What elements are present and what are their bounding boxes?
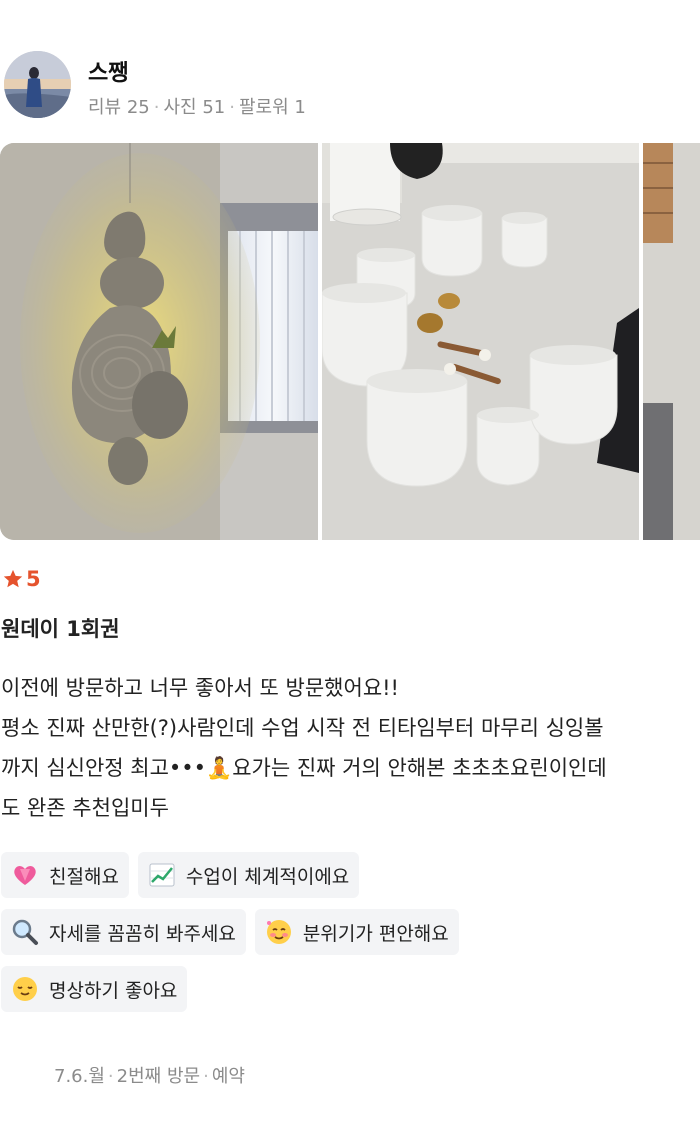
user-name[interactable]: 스쨍	[88, 55, 128, 87]
review-line: 도 완존 추천입미두	[1, 796, 169, 820]
keyword-label: 수업이 체계적이에요	[185, 865, 350, 888]
star-icon	[2, 568, 24, 590]
keyword-label: 친절해요	[49, 865, 119, 888]
keyword-label: 명상하기 좋아요	[49, 979, 178, 1002]
review-line: 평소 진짜 산만한(?)사람인데 수업 시작 전 티타임부터 마무리 싱잉볼	[1, 716, 604, 740]
visit-info: 7.6.월 · 2번째 방문 · 예약	[54, 1066, 245, 1087]
photo-count: 사진 51	[163, 97, 226, 118]
review-photo-wall-art[interactable]	[0, 143, 318, 540]
keyword-chip-meditation[interactable]: 명상하기 좋아요	[1, 966, 188, 1012]
relieved-face-icon	[11, 975, 39, 1003]
keyword-label: 분위기가 편안해요	[302, 922, 449, 945]
keyword-chip-posture[interactable]: 자세를 꼼꼼히 봐주세요	[1, 909, 246, 955]
keyword-label: 자세를 꼼꼼히 봐주세요	[49, 922, 236, 945]
review-title: 원데이 1회권	[1, 617, 120, 641]
review-line: 이전에 방문하고 너무 좋아서 또 방문했어요!!	[1, 676, 399, 700]
keyword-chip-kind[interactable]: 친절해요	[1, 852, 129, 898]
visit-type: 예약	[211, 1066, 245, 1087]
photo-strip[interactable]	[0, 143, 700, 540]
review-photo-singing-bowls[interactable]	[322, 143, 639, 540]
follower-count: 팔로워 1	[238, 97, 306, 118]
visit-date: 7.6.월	[54, 1066, 105, 1087]
review-count: 리뷰 25	[88, 97, 150, 118]
heart-icon	[11, 861, 39, 889]
rating-value: 5	[26, 567, 41, 591]
chart-icon	[148, 861, 176, 889]
magnifier-icon	[11, 918, 39, 946]
keyword-tags: 친절해요 수업이 체계적이에요 자세를 꼼꼼히 봐주세요 분위기가 편안해요 명…	[1, 852, 700, 1023]
smile-blush-icon	[265, 918, 293, 946]
avatar[interactable]	[4, 51, 71, 118]
review-line: 까지 심신안정 최고•••🧘요가는 진짜 거의 안해본 초초초요린이인데	[1, 756, 607, 780]
review-text[interactable]: 이전에 방문하고 너무 좋아서 또 방문했어요!! 평소 진짜 산만한(?)사람…	[1, 668, 700, 828]
star-rating: 5	[2, 565, 41, 593]
user-stats: 리뷰 25 · 사진 51 · 팔로워 1	[88, 97, 306, 118]
keyword-chip-systematic[interactable]: 수업이 체계적이에요	[137, 852, 360, 898]
review-photo-shelf[interactable]	[643, 143, 700, 540]
reviewer-header[interactable]: 스쨍 리뷰 25 · 사진 51 · 팔로워 1	[0, 48, 700, 120]
visit-count: 2번째 방문	[116, 1066, 201, 1087]
keyword-chip-atmosphere[interactable]: 분위기가 편안해요	[254, 909, 459, 955]
